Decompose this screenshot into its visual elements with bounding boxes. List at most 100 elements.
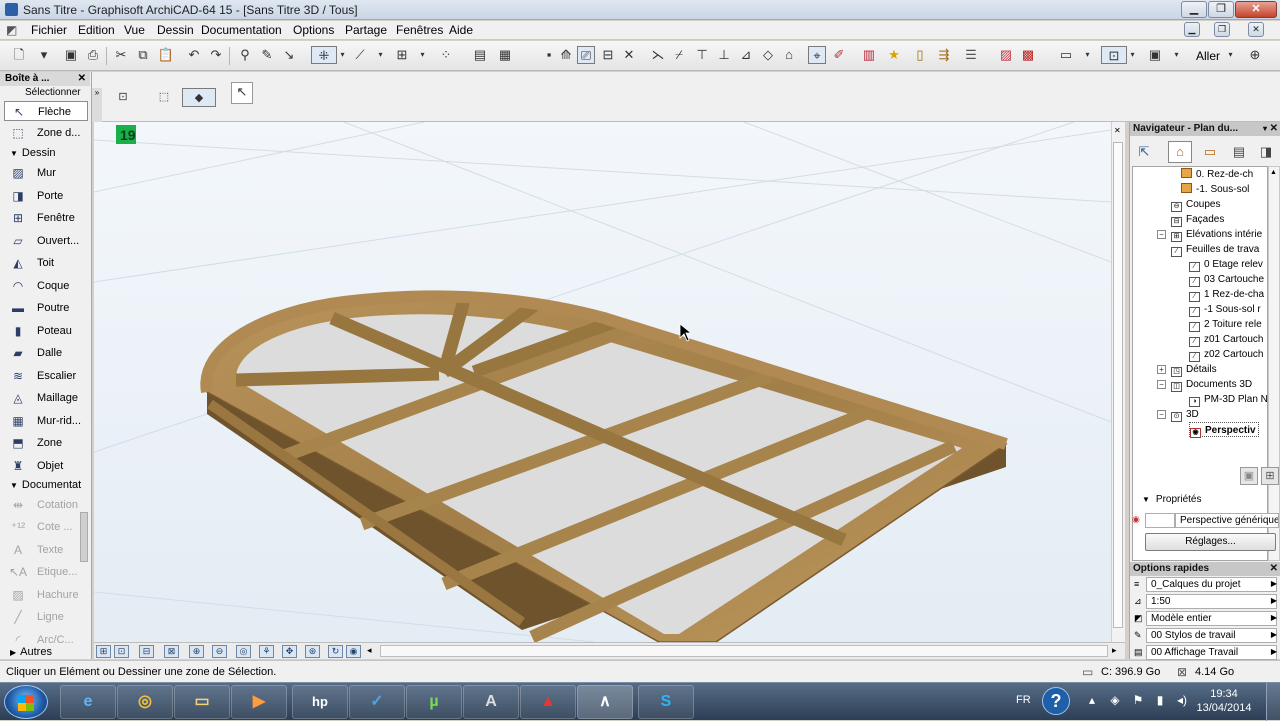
tool-dimension[interactable]: ⇹ Cotation bbox=[4, 495, 88, 515]
undo-icon[interactable]: ↶ bbox=[185, 46, 203, 64]
bim-server-icon[interactable]: ▩ bbox=[1019, 46, 1037, 64]
navigator-settings-icon[interactable]: ▣ bbox=[1240, 467, 1258, 485]
3d-dropdown[interactable]: ▾ bbox=[1128, 46, 1137, 64]
tool-wall[interactable]: ▨ Mur bbox=[4, 163, 88, 183]
explorer-icon[interactable]: ▭ bbox=[174, 685, 230, 719]
tray-arrow-icon[interactable]: ▴ bbox=[1084, 692, 1100, 708]
redo-icon[interactable]: ↷ bbox=[207, 46, 225, 64]
cut-icon[interactable]: ✂ bbox=[112, 46, 130, 64]
tool-door[interactable]: ◨ Porte bbox=[4, 186, 88, 206]
zoom-prev-icon[interactable]: ⊟ bbox=[139, 645, 154, 658]
utorrent-icon[interactable]: µ bbox=[406, 685, 462, 719]
layout-book-icon[interactable]: ☰ bbox=[962, 46, 980, 64]
publisher-icon[interactable]: ⇶ bbox=[935, 46, 953, 64]
archicad-icon[interactable]: A bbox=[463, 685, 519, 719]
tool-curtain-wall[interactable]: ▦ Mur-rid... bbox=[4, 411, 88, 431]
volume-icon[interactable]: ◂) bbox=[1174, 692, 1190, 708]
scroll-close-icon[interactable]: ✕ bbox=[1114, 126, 1121, 135]
tree-item-selected[interactable]: ◉ Perspectiv bbox=[1189, 422, 1259, 438]
media-player-icon[interactable]: ▶ bbox=[231, 685, 287, 719]
doc-close-button[interactable]: ✕ bbox=[1248, 22, 1264, 37]
tool-window[interactable]: ⊞ Fenêtre bbox=[4, 208, 88, 228]
show-desktop-button[interactable] bbox=[1266, 683, 1280, 721]
tool-object[interactable]: ♜ Objet bbox=[4, 456, 88, 476]
skype-icon[interactable]: S bbox=[638, 685, 694, 719]
trace-icon[interactable]: ⎚ bbox=[577, 46, 595, 64]
arrow-tool-info-icon[interactable]: ↖ bbox=[231, 82, 253, 104]
collapse-toggle[interactable]: − bbox=[1157, 230, 1166, 239]
print-icon[interactable]: ⎙ bbox=[84, 46, 102, 64]
tool-stair[interactable]: ≋ Escalier bbox=[4, 366, 88, 386]
tool-marquee[interactable]: ⬚ Zone d... bbox=[4, 123, 88, 143]
pan-icon[interactable]: ✥ bbox=[282, 645, 297, 658]
intersect-icon[interactable]: ⊿ bbox=[737, 46, 755, 64]
tree-item[interactable]: ⁄ z01 Cartouch bbox=[1189, 332, 1263, 347]
tree-item[interactable]: 0. Rez-de-ch bbox=[1181, 167, 1253, 182]
internet-explorer-icon[interactable]: e bbox=[60, 685, 116, 719]
roof-trim-icon[interactable]: ⌂ bbox=[780, 46, 798, 64]
quick-option-pen-set[interactable]: ✎ 00 Stylos de travail ▶ bbox=[1132, 628, 1279, 643]
tree-item[interactable]: ⊙ 3D bbox=[1171, 407, 1199, 422]
menu-dessin[interactable]: Dessin bbox=[157, 23, 194, 37]
menu-vue[interactable]: Vue bbox=[124, 23, 145, 37]
navigate-icon[interactable]: ⌖ bbox=[808, 46, 826, 64]
menu-options[interactable]: Options bbox=[293, 23, 334, 37]
tool-beam[interactable]: ▬ Poutre bbox=[4, 298, 88, 318]
lock-icon[interactable]: ▪ bbox=[540, 46, 558, 64]
rectangle-marquee-icon[interactable]: ⬚ bbox=[155, 88, 173, 106]
toolbox-scrollbar[interactable] bbox=[80, 512, 88, 562]
group-icon[interactable]: ▤ bbox=[471, 46, 489, 64]
view-icon[interactable]: ▭ bbox=[1057, 46, 1075, 64]
info-box-handle[interactable]: » bbox=[92, 88, 102, 122]
section-other[interactable]: ▶ Autres bbox=[10, 646, 52, 658]
star-icon[interactable]: ★ bbox=[885, 46, 903, 64]
tree-item[interactable]: ◫ Documents 3D bbox=[1171, 377, 1252, 392]
tree-item[interactable]: ⁄ z02 Cartouch bbox=[1189, 347, 1263, 362]
goto-dropdown[interactable]: ▾ bbox=[1226, 46, 1235, 64]
language-indicator[interactable]: FR bbox=[1016, 694, 1031, 706]
window-icon[interactable]: ▣ bbox=[1146, 46, 1164, 64]
tray-app-icon[interactable]: ◈ bbox=[1107, 692, 1123, 708]
rotate-view-icon[interactable]: ↻ bbox=[328, 645, 343, 658]
tree-item[interactable]: ⊟ Façades bbox=[1171, 212, 1224, 227]
panel-menu-icon[interactable]: ▾ bbox=[1263, 122, 1267, 136]
hp-icon[interactable]: hp bbox=[292, 685, 348, 719]
pencil-icon[interactable]: ✐ bbox=[830, 46, 848, 64]
network-icon[interactable]: ▮ bbox=[1152, 692, 1168, 708]
guide-dropdown[interactable]: ▾ bbox=[338, 46, 347, 64]
goto-label[interactable]: Aller bbox=[1196, 49, 1220, 63]
menu-edition[interactable]: Edition bbox=[78, 23, 115, 37]
horizontal-scroll-track[interactable] bbox=[380, 645, 1108, 657]
collapse-toggle[interactable]: − bbox=[1157, 410, 1166, 419]
offset-icon[interactable]: ◇ bbox=[759, 46, 777, 64]
close-icon[interactable]: ✕ bbox=[1270, 562, 1278, 576]
properties-section[interactable]: ▼ Propriétés bbox=[1142, 494, 1202, 505]
tool-line[interactable]: ╱ Ligne bbox=[4, 607, 88, 627]
navigator-open-icon[interactable]: ⊞ bbox=[1261, 467, 1279, 485]
split-icon[interactable]: ⌿ bbox=[670, 46, 688, 64]
tree-item[interactable]: ◑ PM-3D Plan N bbox=[1189, 392, 1267, 407]
3d-viewport[interactable]: 19 bbox=[94, 122, 1111, 642]
book-icon[interactable]: ▯ bbox=[911, 46, 929, 64]
vertical-scroll-thumb[interactable] bbox=[1113, 142, 1123, 628]
elevate-icon[interactable]: ⊤ bbox=[693, 46, 711, 64]
orbit-icon[interactable]: ◎ bbox=[236, 645, 251, 658]
explode-icon[interactable]: ⟰ bbox=[557, 46, 575, 64]
zoom-next-icon[interactable]: ⊠ bbox=[164, 645, 179, 658]
tab-view-map[interactable]: ⌂ bbox=[1168, 141, 1192, 163]
close-icon[interactable]: ✕ bbox=[78, 72, 86, 86]
tool-opening[interactable]: ▱ Ouvert... bbox=[4, 231, 88, 251]
zoom-out-icon[interactable]: ⊖ bbox=[212, 645, 227, 658]
tree-item[interactable]: ⁄ 0 Etage relev bbox=[1189, 257, 1263, 272]
layer-icon[interactable]: ⁘ bbox=[437, 46, 455, 64]
quick-option-model-view[interactable]: ◩ Modèle entier ▶ bbox=[1132, 611, 1279, 626]
tab-organizer[interactable]: ◨ bbox=[1254, 141, 1278, 163]
tool-slab[interactable]: ▰ Dalle bbox=[4, 343, 88, 363]
new-icon[interactable]: 🗋 bbox=[10, 46, 28, 64]
tool-column[interactable]: ▮ Poteau bbox=[4, 321, 88, 341]
collapse-toggle[interactable]: − bbox=[1157, 380, 1166, 389]
cursor-snap-icon[interactable]: ↘ bbox=[280, 46, 298, 64]
zoom-field-icon[interactable]: ⊛ bbox=[305, 645, 320, 658]
zoom-fit-icon[interactable]: ⊞ bbox=[96, 645, 111, 658]
rotated-marquee-icon[interactable]: ◆ bbox=[182, 88, 216, 107]
